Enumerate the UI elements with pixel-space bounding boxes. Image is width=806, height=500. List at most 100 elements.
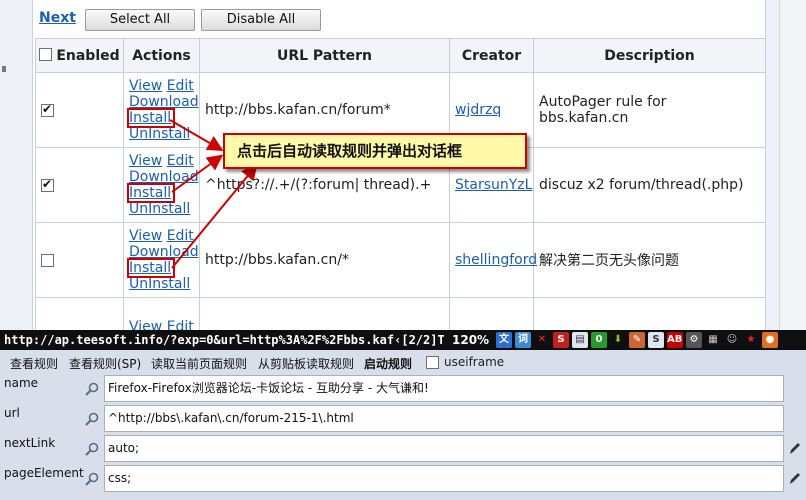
select-all-button[interactable]: Select All	[85, 9, 195, 31]
grid-icon[interactable]: ▦	[705, 332, 721, 348]
table-row: View Edit Download Install UnInstall htt…	[35, 222, 765, 298]
green-badge-icon[interactable]: 0	[591, 332, 607, 348]
status-bar: http://ap.teesoft.info/?exp=0&url=http%3…	[0, 330, 806, 350]
name-field[interactable]: Firefox-Firefox浏览器论坛-卡饭论坛 - 互助分享 - 大气谦和!	[104, 375, 784, 402]
edit-link[interactable]: Edit	[167, 153, 194, 169]
nextlink-field[interactable]: auto;	[104, 435, 784, 462]
pencil-icon[interactable]	[788, 470, 802, 486]
creator-link[interactable]: StarsunYzL	[455, 177, 532, 193]
field-row-url: url ^http://bbs\.kafan\.cn/forum-215-1\.…	[0, 404, 806, 432]
url-pattern-cell	[199, 297, 450, 330]
install-link[interactable]: Install	[126, 258, 176, 278]
field-label-nextlink: nextLink	[4, 436, 56, 450]
rule-editor: 查看规则 查看规则(SP) 读取当前页面规则 从剪贴板读取规则 启动规则 use…	[0, 350, 806, 500]
uninstall-link[interactable]: UnInstall	[129, 126, 190, 142]
view-link[interactable]: View	[129, 319, 162, 330]
gesture-icon[interactable]: ✎	[629, 332, 645, 348]
search-icon[interactable]	[84, 441, 100, 457]
status-url: http://ap.teesoft.info/?exp=0&url=http%3…	[4, 333, 444, 347]
disable-all-button[interactable]: Disable All	[201, 9, 321, 31]
left-gutter	[0, 0, 32, 330]
useiframe-label: useiframe	[444, 355, 505, 369]
edit-link[interactable]: Edit	[167, 228, 194, 244]
creator-cell	[449, 297, 534, 330]
next-link[interactable]: Next	[39, 10, 76, 26]
notes-icon[interactable]: ▤	[572, 332, 588, 348]
enabled-checkbox[interactable]	[41, 253, 54, 267]
creator-link[interactable]: shellingford	[455, 252, 537, 268]
pencil-icon[interactable]	[788, 440, 802, 456]
uninstall-link[interactable]: UnInstall	[129, 276, 190, 292]
description-cell: 解决第二页无头像问题	[533, 222, 765, 298]
zoom-level[interactable]: 120%	[452, 330, 489, 350]
rules-toolbar: Next Select All Disable All	[33, 6, 765, 32]
header-creator: Creator	[449, 38, 534, 73]
enabled-cell	[35, 297, 124, 330]
url-pattern-cell: http://bbs.kafan.cn/*	[199, 222, 450, 298]
download-link[interactable]: Download	[129, 169, 199, 185]
tab-read-clipboard-rules[interactable]: 从剪贴板读取规则	[258, 355, 354, 372]
star-icon[interactable]: ★	[743, 332, 759, 348]
view-link[interactable]: View	[129, 228, 162, 244]
tab-view-rules[interactable]: 查看规则	[10, 355, 58, 372]
edit-link[interactable]: Edit	[167, 319, 194, 330]
stop-icon[interactable]: ✕	[534, 332, 550, 348]
annotation-callout: 点击后自动读取规则并弹出对话框	[223, 133, 527, 169]
edit-link[interactable]: Edit	[167, 78, 194, 94]
creator-link[interactable]: wjdrzq	[455, 102, 501, 118]
actions-cell: View Edit Download Install UnInstall	[123, 72, 200, 148]
editor-tabs: 查看规则 查看规则(SP) 读取当前页面规则 从剪贴板读取规则 启动规则 use…	[0, 350, 806, 374]
table-row: View Edit Download	[35, 297, 765, 330]
field-label-url: url	[4, 406, 20, 420]
security-icon[interactable]: S	[553, 332, 569, 348]
tools-icon[interactable]: ⚙	[686, 332, 702, 348]
header-description: Description	[533, 38, 765, 73]
statusbar-icons: 文 词 ✕ S ▤ 0 ⬇ ✎ S ABP ⚙ ▦ ☺ ★ ●	[496, 332, 778, 348]
view-link[interactable]: View	[129, 78, 162, 94]
install-link[interactable]: Install	[126, 108, 176, 128]
person-icon[interactable]: ☺	[724, 332, 740, 348]
search-icon[interactable]	[84, 381, 100, 397]
rules-table: Enabled Actions URL Pattern Creator Desc…	[35, 38, 765, 330]
field-row-pageelement: pageElement css;	[0, 464, 806, 492]
uninstall-link[interactable]: UnInstall	[129, 201, 190, 217]
firefox-icon[interactable]: ●	[762, 332, 778, 348]
enabled-cell	[35, 72, 124, 148]
tab-start-rule[interactable]: 启动规则	[364, 355, 412, 372]
enabled-all-checkbox[interactable]	[39, 47, 53, 61]
panel-icon[interactable]: S	[648, 332, 664, 348]
vertical-scrollbar[interactable]	[779, 0, 806, 330]
download-link[interactable]: Download	[129, 94, 199, 110]
url-field[interactable]: ^http://bbs\.kafan\.cn/forum-215-1\.html	[104, 405, 784, 432]
enabled-checkbox[interactable]	[41, 177, 54, 192]
description-cell	[533, 297, 765, 330]
pageelement-field[interactable]: css;	[104, 465, 784, 492]
field-row-name: name Firefox-Firefox浏览器论坛-卡饭论坛 - 互助分享 - …	[0, 374, 806, 402]
search-icon[interactable]	[84, 411, 100, 427]
search-icon[interactable]	[84, 471, 100, 487]
header-enabled-label: Enabled	[56, 47, 120, 64]
enabled-cell	[35, 147, 124, 223]
install-link[interactable]: Install	[126, 183, 176, 203]
actions-cell: View Edit Download	[123, 297, 200, 330]
tab-view-rules-sp[interactable]: 查看规则(SP)	[69, 355, 141, 372]
description-cell: AutoPager rule for bbs.kafan.cn	[533, 72, 765, 148]
download-icon[interactable]: ⬇	[610, 332, 626, 348]
dictionary-icon[interactable]: 词	[515, 332, 531, 348]
enabled-cell	[35, 222, 124, 298]
view-link[interactable]: View	[129, 153, 162, 169]
translate-icon[interactable]: 文	[496, 332, 512, 348]
actions-cell: View Edit Download Install UnInstall	[123, 147, 200, 223]
adblock-icon[interactable]: ABP	[667, 332, 683, 348]
actions-cell: View Edit Download Install UnInstall	[123, 222, 200, 298]
download-link[interactable]: Download	[129, 244, 199, 260]
header-enabled: Enabled	[35, 38, 124, 73]
field-label-pageelement: pageElement	[4, 466, 84, 480]
enabled-checkbox[interactable]	[41, 102, 54, 117]
description-cell: discuz x2 forum/thread(.php)	[533, 147, 765, 223]
table-header-row: Enabled Actions URL Pattern Creator Desc…	[35, 38, 765, 73]
gutter-marker	[2, 66, 6, 72]
useiframe-checkbox[interactable]	[426, 356, 439, 369]
creator-cell: shellingford	[449, 222, 537, 298]
tab-read-page-rules[interactable]: 读取当前页面规则	[151, 355, 247, 372]
